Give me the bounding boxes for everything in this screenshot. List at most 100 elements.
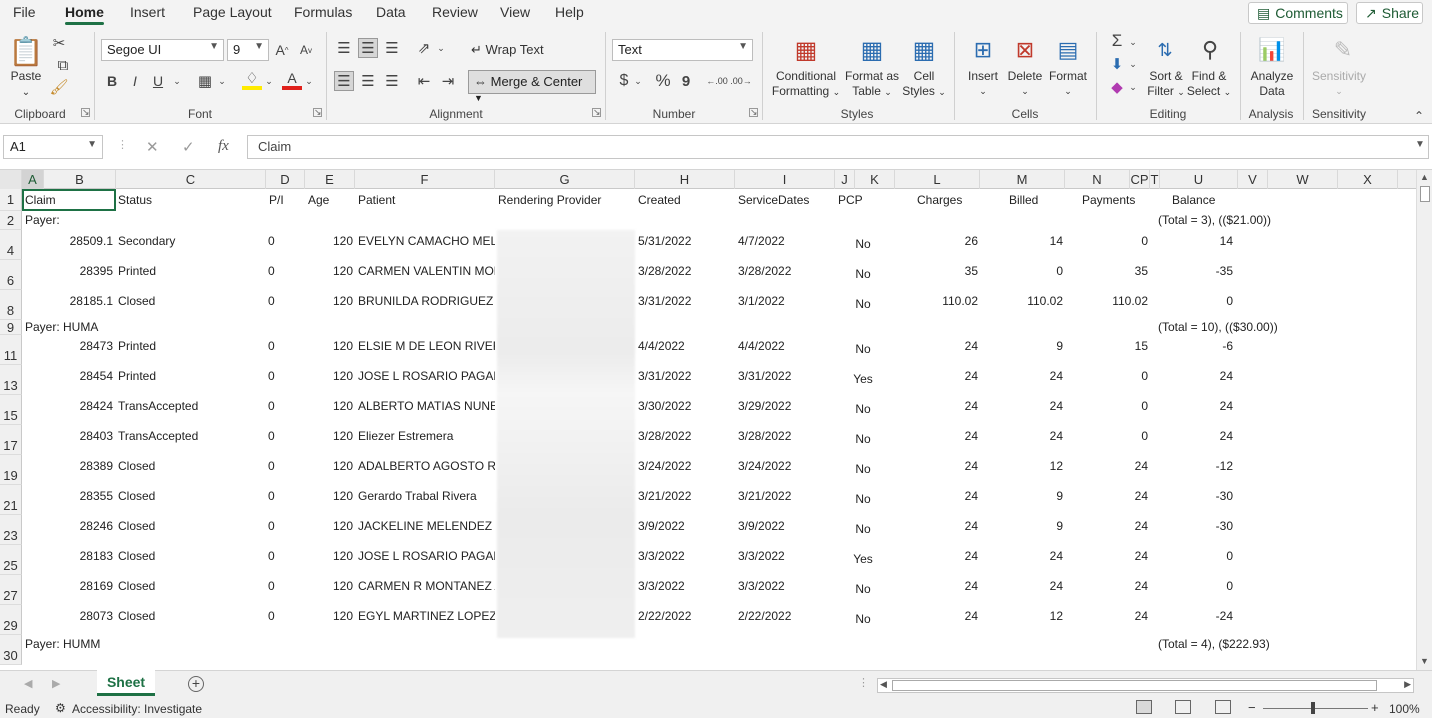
row-header[interactable]: 29: [0, 605, 22, 635]
cell-created[interactable]: 3/31/2022: [638, 294, 733, 308]
cell-age[interactable]: 120: [308, 579, 353, 593]
row-header[interactable]: 8: [0, 290, 22, 320]
cell-claim[interactable]: 28403: [25, 429, 113, 443]
cell-pi[interactable]: 0: [268, 294, 298, 308]
clipboard-launcher-icon[interactable]: ↘: [81, 108, 90, 117]
scroll-left-icon[interactable]: ◀: [880, 679, 887, 690]
cell-service-date[interactable]: 3/24/2022: [738, 459, 833, 473]
payer-label[interactable]: Payer:: [25, 211, 225, 230]
cell-pi[interactable]: 0: [268, 459, 298, 473]
cell-billed[interactable]: 9: [985, 519, 1063, 533]
cell-charges[interactable]: 35: [900, 264, 978, 278]
wrap-text-button[interactable]: ↵ Wrap Text: [471, 42, 544, 58]
cell-age[interactable]: 120: [308, 609, 353, 623]
cell-status[interactable]: Closed: [118, 459, 263, 473]
cell-pi[interactable]: 0: [268, 429, 298, 443]
format-as-table-icon[interactable]: ▦: [857, 34, 887, 66]
sort-filter-button[interactable]: Sort & Filter ⌄: [1144, 69, 1188, 100]
cell-billed[interactable]: 24: [985, 429, 1063, 443]
cell-created[interactable]: 3/28/2022: [638, 264, 733, 278]
cell-age[interactable]: 120: [308, 429, 353, 443]
insert-function-icon[interactable]: fx: [218, 138, 229, 155]
cell-created[interactable]: 3/30/2022: [638, 399, 733, 413]
underline-button[interactable]: U: [150, 72, 166, 90]
cell-pi[interactable]: 0: [268, 579, 298, 593]
cell-age[interactable]: 120: [308, 264, 353, 278]
tab-insert[interactable]: Insert: [130, 4, 165, 20]
cell-status[interactable]: TransAccepted: [118, 399, 263, 413]
sort-filter-icon[interactable]: ⇅: [1149, 34, 1181, 66]
header-created[interactable]: Created: [638, 189, 733, 211]
scroll-right-icon[interactable]: ▶: [1404, 679, 1411, 690]
delete-cells-icon[interactable]: ⊠: [1010, 34, 1040, 66]
font-size-select[interactable]: 9 ▼: [227, 39, 269, 61]
cell-patient[interactable]: EGYL MARTINEZ LOPEZ: [358, 609, 495, 623]
cell-age[interactable]: 120: [308, 549, 353, 563]
decrease-decimal-icon[interactable]: .00 →: [730, 71, 752, 91]
column-header[interactable]: W: [1268, 170, 1338, 189]
cell-billed[interactable]: 24: [985, 399, 1063, 413]
column-header[interactable]: CP: [1130, 170, 1150, 189]
chevron-down-icon[interactable]: ⌄: [171, 74, 183, 88]
cell-claim[interactable]: 28169: [25, 579, 113, 593]
column-header[interactable]: J: [835, 170, 855, 189]
column-header[interactable]: E: [305, 170, 355, 189]
cell-balance[interactable]: 14: [1160, 234, 1233, 248]
chevron-down-icon[interactable]: ⌄: [436, 40, 446, 56]
cell-charges[interactable]: 24: [900, 429, 978, 443]
percent-icon[interactable]: %: [653, 71, 673, 91]
header-pcp[interactable]: PCP: [838, 189, 888, 211]
zoom-slider[interactable]: [1263, 708, 1368, 709]
cell-service-date[interactable]: 3/21/2022: [738, 489, 833, 503]
cell-patient[interactable]: ALBERTO MATIAS NUNEZ: [358, 399, 495, 413]
delete-cells-button[interactable]: Delete ⌄: [1005, 69, 1045, 99]
header-charges[interactable]: Charges: [917, 189, 977, 211]
cell-pcp[interactable]: No: [845, 522, 881, 536]
scroll-down-icon[interactable]: ▼: [1420, 656, 1429, 666]
cell-service-date[interactable]: 3/3/2022: [738, 579, 833, 593]
cell-payments[interactable]: 0: [1070, 429, 1148, 443]
header-status[interactable]: Status: [118, 189, 263, 211]
row-header[interactable]: 23: [0, 515, 22, 545]
currency-icon[interactable]: $: [615, 71, 633, 91]
cell-claim[interactable]: 28183: [25, 549, 113, 563]
cell-pcp[interactable]: No: [845, 342, 881, 356]
column-header[interactable]: B: [44, 170, 116, 189]
tab-review[interactable]: Review: [432, 4, 478, 20]
cell-payments[interactable]: 110.02: [1070, 294, 1148, 308]
cell-balance[interactable]: 0: [1160, 579, 1233, 593]
cell-payments[interactable]: 15: [1070, 339, 1148, 353]
cell-age[interactable]: 120: [308, 369, 353, 383]
page-layout-view-icon[interactable]: [1175, 700, 1191, 714]
cell-billed[interactable]: 12: [985, 609, 1063, 623]
payer-total[interactable]: (Total = 3), (($21.00)): [1158, 211, 1288, 230]
column-header[interactable]: V: [1238, 170, 1268, 189]
clear-icon[interactable]: ◆: [1108, 78, 1126, 96]
cell-pcp[interactable]: No: [845, 612, 881, 626]
merge-center-button[interactable]: ⇔ Merge & Center ▼: [468, 70, 596, 103]
cell-billed[interactable]: 9: [985, 339, 1063, 353]
page-break-view-icon[interactable]: [1215, 700, 1231, 714]
cell-pi[interactable]: 0: [268, 519, 298, 533]
column-header[interactable]: T: [1150, 170, 1160, 189]
cell-charges[interactable]: 24: [900, 549, 978, 563]
sheet-tab[interactable]: Sheet: [97, 670, 155, 696]
header-billed[interactable]: Billed: [1009, 189, 1069, 211]
chevron-down-icon[interactable]: ⌄: [1128, 80, 1138, 94]
cell-patient[interactable]: CARMEN VALENTIN MOLI: [358, 264, 495, 278]
find-select-icon[interactable]: ⚲: [1194, 34, 1226, 66]
cell-billed[interactable]: 0: [985, 264, 1063, 278]
italic-button[interactable]: I: [127, 72, 143, 90]
format-cells-button[interactable]: Format ⌄: [1046, 69, 1090, 99]
cell-status[interactable]: Closed: [118, 489, 263, 503]
cell-balance[interactable]: -12: [1160, 459, 1233, 473]
header-service-dates[interactable]: ServiceDates: [738, 189, 833, 211]
decrease-indent-icon[interactable]: ⇤: [414, 71, 434, 91]
payer-label[interactable]: Payer: HUMA: [25, 320, 225, 335]
column-header[interactable]: C: [116, 170, 266, 189]
header-patient[interactable]: Patient: [358, 189, 493, 211]
conditional-formatting-icon[interactable]: ▦: [791, 34, 821, 66]
cell-pcp[interactable]: Yes: [845, 552, 881, 566]
cell-patient[interactable]: ADALBERTO AGOSTO RAM: [358, 459, 495, 473]
name-box[interactable]: A1 ▼: [3, 135, 103, 159]
